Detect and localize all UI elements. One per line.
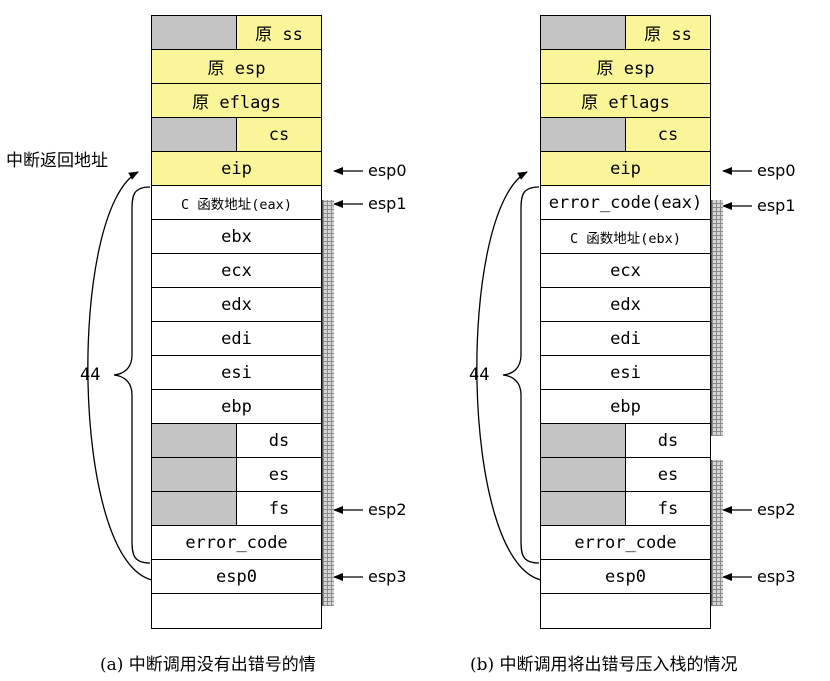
- stack-b: 原 ss 原 esp 原 eflags cs eip error_code(eax) C 函…: [540, 15, 711, 629]
- stack-slot: ecx: [541, 254, 710, 288]
- stack-slot: cs: [541, 118, 710, 152]
- reserved-half: [541, 16, 626, 49]
- stack-slot: 原 ss: [541, 16, 710, 50]
- esp1-label-b: esp1: [757, 196, 796, 215]
- esp-range-bar-b-lower: [711, 460, 723, 606]
- stack-slot: 原 esp: [541, 50, 710, 84]
- stack-slot: [541, 594, 710, 628]
- esp-range-bar-b-upper: [711, 200, 723, 436]
- reserved-half: [541, 118, 626, 151]
- slot-label: 原 ss: [626, 16, 710, 49]
- slot-label: cs: [626, 118, 710, 151]
- stack-slot: 原 eflags: [541, 84, 710, 118]
- stack-slot: esp0: [541, 560, 710, 594]
- stack-slot: edi: [541, 322, 710, 356]
- slot-label: es: [626, 458, 710, 491]
- stack-slot: ds: [541, 424, 710, 458]
- diagram-b: 原 ss 原 esp 原 eflags cs eip error_code(eax) C 函…: [0, 0, 830, 681]
- stack-slot: error_code: [541, 526, 710, 560]
- esp2-label-b: esp2: [757, 500, 796, 519]
- slot-label: ds: [626, 424, 710, 457]
- slot-label: fs: [626, 492, 710, 525]
- reserved-half: [541, 492, 626, 525]
- brace-size-label-b: 44: [469, 365, 490, 385]
- esp0-label-b: esp0: [757, 161, 796, 180]
- stack-slot: fs: [541, 492, 710, 526]
- reserved-half: [541, 458, 626, 491]
- reserved-half: [541, 424, 626, 457]
- stack-slot: C 函数地址(ebx): [541, 220, 710, 254]
- stack-slot: error_code(eax): [541, 186, 710, 220]
- stack-slot: edx: [541, 288, 710, 322]
- esp3-label-b: esp3: [757, 567, 796, 586]
- caption-b: (b) 中断调用将出错号压入栈的情况: [470, 655, 738, 675]
- stack-slot: es: [541, 458, 710, 492]
- stack-slot: eip: [541, 152, 710, 186]
- stack-slot: ebp: [541, 390, 710, 424]
- stack-slot: esi: [541, 356, 710, 390]
